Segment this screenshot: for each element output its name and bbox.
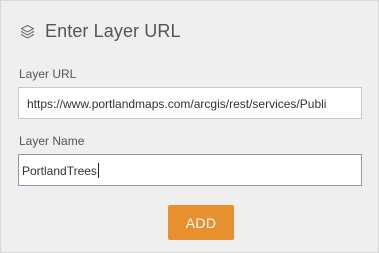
panel-title: Enter Layer URL: [45, 20, 181, 41]
add-button[interactable]: ADD: [168, 205, 234, 240]
layer-url-label: Layer URL: [19, 67, 77, 81]
add-button-label: ADD: [185, 214, 217, 231]
layer-name-input[interactable]: PortlandTrees: [18, 154, 362, 186]
layers-icon: [18, 22, 36, 40]
enter-layer-url-panel: Enter Layer URL Layer URL https://www.po…: [0, 0, 379, 253]
layer-url-input[interactable]: https://www.portlandmaps.com/arcgis/rest…: [18, 87, 362, 119]
layer-url-value: https://www.portlandmaps.com/arcgis/rest…: [27, 97, 327, 111]
layer-name-value: PortlandTrees: [22, 164, 97, 178]
panel-header: Enter Layer URL: [18, 18, 181, 44]
layer-name-label: Layer Name: [19, 134, 85, 148]
text-caret: [97, 163, 99, 179]
